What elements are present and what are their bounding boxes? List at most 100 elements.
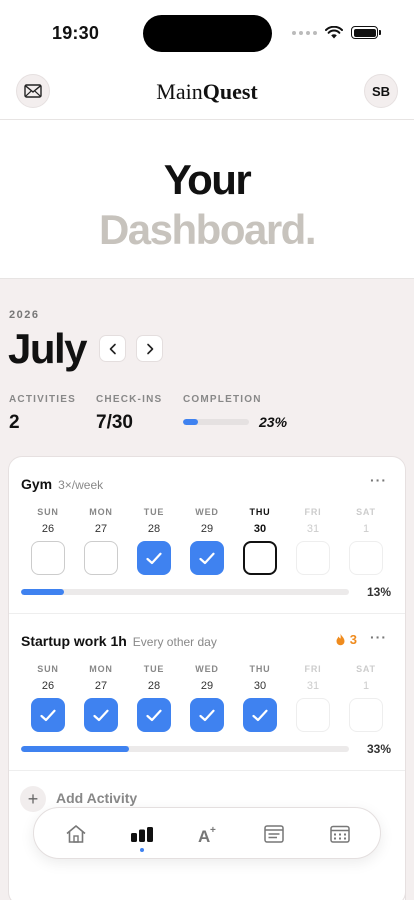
- stat-checkins-value: 7/30: [96, 412, 133, 433]
- stat-checkins-label: CHECK-INS: [96, 394, 163, 405]
- notes-icon: [264, 825, 284, 843]
- activity-startup-work: Startup work 1h Every other day 3 ··· SUN…: [9, 614, 405, 771]
- avatar[interactable]: SB: [364, 74, 398, 108]
- activity-name: Gym: [21, 476, 53, 492]
- checkin-box-checked[interactable]: [31, 698, 65, 732]
- check-icon: [199, 552, 215, 564]
- activity-progress-percent: 33%: [366, 742, 391, 756]
- chevron-left-icon: [109, 343, 116, 354]
- checkin-box: [349, 541, 383, 575]
- check-icon: [146, 709, 162, 721]
- day-column: THU 30: [243, 664, 277, 732]
- checkin-box: [296, 698, 330, 732]
- active-tab-indicator: [140, 848, 144, 852]
- check-icon: [40, 709, 56, 721]
- activity-frequency: 3×/week: [58, 478, 104, 492]
- plus-icon: +: [20, 786, 46, 812]
- more-options-button[interactable]: ···: [370, 472, 387, 488]
- day-column: SUN 26: [31, 664, 65, 732]
- activity-progress-fill: [21, 589, 64, 595]
- brand-bold: Quest: [202, 79, 258, 104]
- day-name: FRI: [304, 507, 322, 517]
- tab-home[interactable]: [46, 808, 106, 860]
- battery-icon: [351, 26, 381, 39]
- day-number: 1: [362, 523, 370, 535]
- brand-light: Main: [156, 79, 203, 104]
- day-name: WED: [195, 507, 219, 517]
- completion-bar-fill: [183, 419, 199, 425]
- status-bar: 19:30: [0, 0, 414, 66]
- day-number: 27: [94, 523, 108, 535]
- day-name: FRI: [304, 664, 322, 674]
- day-number: 28: [147, 523, 161, 535]
- day-name: SUN: [37, 507, 59, 517]
- wifi-icon: [325, 26, 343, 39]
- check-icon: [199, 709, 215, 721]
- stats-icon: [131, 827, 153, 842]
- tab-calendar[interactable]: [310, 808, 370, 860]
- stat-activities: ACTIVITIES 2: [9, 394, 76, 434]
- day-number: 31: [306, 680, 320, 692]
- app-header: MainQuest SB: [0, 66, 414, 120]
- stat-completion: COMPLETION 23%: [183, 394, 287, 430]
- checkin-box-checked[interactable]: [137, 698, 171, 732]
- checkin-box-checked[interactable]: [190, 541, 224, 575]
- more-options-button[interactable]: ···: [370, 629, 387, 645]
- day-name: WED: [195, 664, 219, 674]
- day-number: 27: [94, 680, 108, 692]
- day-column: TUE 28: [137, 507, 171, 575]
- checkin-box-checked[interactable]: [243, 698, 277, 732]
- prev-month-button[interactable]: [99, 335, 126, 362]
- home-icon: [66, 825, 86, 843]
- activity-progress-bar: [21, 589, 349, 595]
- day-number: 26: [41, 523, 55, 535]
- checkin-box[interactable]: [243, 541, 277, 575]
- check-icon: [252, 709, 268, 721]
- year-label: 2026: [9, 309, 40, 321]
- chevron-right-icon: [146, 343, 153, 354]
- day-number: 29: [200, 523, 214, 535]
- stat-completion-value: 23%: [259, 414, 288, 430]
- svg-text:A: A: [198, 827, 210, 844]
- stat-activities-label: ACTIVITIES: [9, 394, 77, 405]
- day-number: 29: [200, 680, 214, 692]
- day-number: 30: [253, 523, 267, 535]
- day-name: THU: [249, 507, 271, 517]
- stat-completion-label: COMPLETION: [183, 394, 262, 405]
- day-name: THU: [249, 664, 271, 674]
- tab-notes[interactable]: [244, 808, 304, 860]
- checkin-box-checked[interactable]: [190, 698, 224, 732]
- next-month-button[interactable]: [136, 335, 163, 362]
- checkin-box: [349, 698, 383, 732]
- day-column: SUN 26: [31, 507, 65, 575]
- day-number: 26: [41, 680, 55, 692]
- hero-title: Your: [163, 156, 252, 203]
- streak-count: 3: [349, 632, 357, 647]
- day-number: 1: [362, 680, 370, 692]
- day-name: MON: [89, 507, 113, 517]
- signal-icon: [292, 30, 317, 35]
- flame-icon: [336, 633, 345, 646]
- checkin-box[interactable]: [31, 541, 65, 575]
- activity-frequency: Every other day: [132, 635, 217, 649]
- dashboard-content: 2026 July ACTIVITIES 2 CHECK-INS 7/30 CO…: [0, 279, 414, 900]
- activity-progress-fill: [21, 746, 130, 752]
- day-column: MON 27: [84, 664, 118, 732]
- checkin-box: [296, 541, 330, 575]
- app-brand: MainQuest: [0, 79, 414, 105]
- day-name: SUN: [37, 664, 59, 674]
- checkin-box-checked[interactable]: [84, 698, 118, 732]
- day-name: SAT: [356, 664, 376, 674]
- activity-title: Gym 3×/week: [21, 476, 103, 492]
- streak-badge: 3: [335, 632, 357, 647]
- checkin-box[interactable]: [84, 541, 118, 575]
- day-column: WED 29: [190, 664, 224, 732]
- day-column: SAT 1: [349, 507, 383, 575]
- activity-title: Startup work 1h Every other day: [21, 633, 217, 649]
- tab-font[interactable]: A +: [178, 808, 238, 860]
- checkin-box-checked[interactable]: [137, 541, 171, 575]
- day-name: MON: [89, 664, 113, 674]
- tab-stats[interactable]: [112, 808, 172, 860]
- activity-gym: Gym 3×/week ··· SUN 26 MON 27 TUE 28 WED 29 THU 30…: [9, 457, 405, 614]
- hero-subtitle: Dashboard.: [98, 206, 317, 253]
